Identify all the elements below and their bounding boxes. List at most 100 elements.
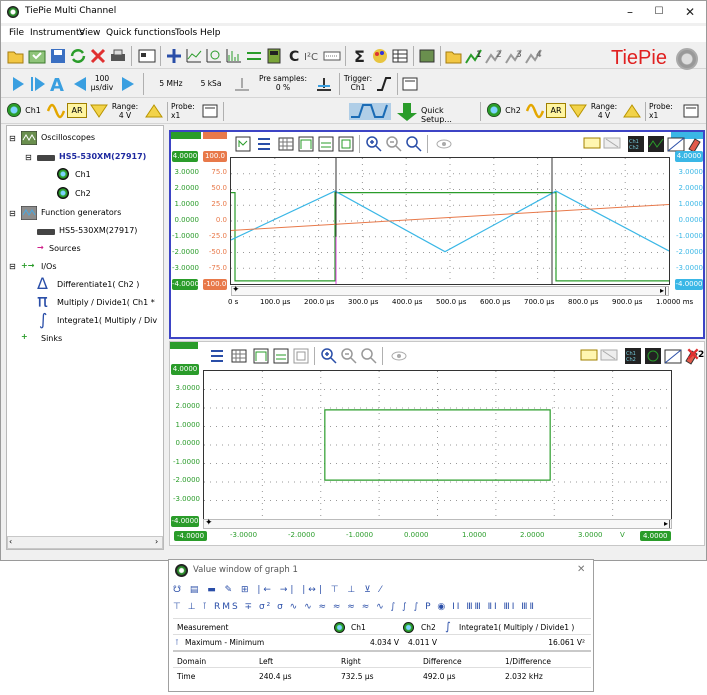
maximize-button[interactable]: ☐ — [646, 4, 672, 20]
tree-oscilloscopes[interactable]: Oscilloscopes — [41, 133, 95, 142]
tree-collapse-device[interactable]: ⊟ — [25, 153, 32, 162]
add-icon[interactable] — [165, 47, 183, 65]
graph1-plot-area[interactable] — [230, 157, 670, 285]
quick-setup-button[interactable]: Quick Setup... — [421, 106, 477, 124]
ch2-enable-icon[interactable] — [487, 103, 501, 117]
quick-setup-icon[interactable] — [349, 101, 419, 122]
open-recent-icon[interactable] — [28, 47, 46, 65]
meter-icon[interactable] — [265, 47, 283, 65]
ch1-enable-icon[interactable] — [7, 103, 21, 117]
ch2-label[interactable]: Ch2 — [503, 106, 523, 115]
run-icon[interactable] — [9, 75, 27, 93]
tree-collapse-ios[interactable]: ⊟ — [9, 262, 16, 271]
fft-graph-icon[interactable] — [225, 47, 243, 65]
value-window-toolbar-1[interactable]: ☋ ▤ ▬ ✎ ⊞ |← →| |↔| ⊤ ⊥ ⊻ ⁄ — [173, 585, 384, 595]
ch1-label[interactable]: Ch1 — [23, 106, 43, 115]
tree-ch1[interactable]: Ch1 — [75, 170, 91, 179]
i2c-icon[interactable]: I²C — [303, 47, 321, 65]
scroll-left-arrow-icon[interactable]: ‹ — [9, 537, 12, 546]
graph2-cursor-icon[interactable] — [252, 347, 270, 365]
graph2-view-icon[interactable] — [390, 347, 408, 365]
value-window-close-button[interactable]: ✕ — [577, 564, 585, 575]
graph1-ch1-top-label[interactable]: 4.0000 — [172, 151, 198, 162]
tree-integrate[interactable]: Integrate1( Multiply / Div — [57, 316, 157, 325]
menu-tools[interactable]: Tools — [175, 28, 197, 38]
auto-setup-icon[interactable]: A — [49, 75, 67, 93]
row-maximum-minimum[interactable]: Maximum - Minimum — [185, 638, 264, 647]
menu-instruments[interactable]: Instruments — [30, 28, 84, 38]
graph1-scroll-right-icon[interactable]: ▸| — [660, 286, 667, 295]
tree-gen-device[interactable]: HS5-530XM(27917) — [59, 226, 137, 235]
graph2-zoom-reset-icon[interactable] — [360, 347, 378, 365]
yt-graph-icon[interactable] — [185, 47, 203, 65]
timebase-increase-icon[interactable] — [119, 75, 137, 93]
graph2-comment-icon[interactable] — [580, 347, 598, 365]
graph2-ch1-top-label[interactable]: 4.0000 — [171, 364, 199, 375]
graph1-grid-icon[interactable] — [277, 135, 295, 153]
graph1-scrollbar[interactable] — [231, 286, 669, 296]
delete-icon[interactable] — [89, 47, 107, 65]
pre-samples-left-icon[interactable] — [233, 75, 251, 93]
xy-graph-icon[interactable] — [205, 47, 223, 65]
tree-collapse-oscilloscopes[interactable]: ⊟ — [9, 134, 16, 143]
ch1-range-down-icon[interactable] — [90, 102, 108, 120]
palette-icon[interactable] — [371, 47, 389, 65]
c-icon[interactable]: C — [285, 47, 303, 65]
tree-device[interactable]: HS5-530XM(27917) — [59, 152, 146, 161]
graph1-math-bottom-label[interactable]: -100.0 — [203, 279, 227, 290]
graph1-legend-icon[interactable] — [255, 135, 273, 153]
graph2-plot-area[interactable] — [203, 370, 672, 520]
graph2-zoom-in-icon[interactable] — [320, 347, 338, 365]
single-shot-icon[interactable] — [29, 75, 47, 93]
ch2-settings-icon[interactable] — [682, 102, 700, 120]
trigger-slope-icon[interactable] — [375, 75, 393, 93]
graph1-zoom-reset-icon[interactable] — [405, 135, 423, 153]
ch2-ac-dc-icon[interactable] — [526, 102, 544, 120]
graph1-channel-select-icon[interactable]: Ch1Ch2 — [627, 135, 645, 153]
pre-samples-right-icon[interactable] — [315, 75, 333, 93]
trigger-settings-icon[interactable] — [401, 75, 419, 93]
graph1-view-icon[interactable] — [435, 135, 453, 153]
sample-rate[interactable]: 5 MHz — [151, 79, 191, 88]
minimize-button[interactable]: – — [617, 4, 643, 20]
graph1-zoom-fit-icon[interactable] — [337, 135, 355, 153]
window-layout-icon[interactable] — [138, 47, 156, 65]
ch1-range-up-icon[interactable] — [145, 102, 163, 120]
refresh-icon[interactable] — [69, 47, 87, 65]
value-window-toolbar-2[interactable]: ⊤ ⊥ ⊺ RMS ∓ σ² σ ∿ ∿ ≈ ≈ ≈ ≈ ∿ ∫ ∫ ∫ P ◉… — [173, 602, 536, 612]
scroll-right-arrow-icon[interactable]: › — [155, 537, 158, 546]
layout-3-icon[interactable]: 3 — [505, 47, 523, 65]
layout-2-icon[interactable]: 2 — [485, 47, 503, 65]
tree-sinks[interactable]: Sinks — [41, 334, 62, 343]
graph1-move-left-icon[interactable]: ✦ — [232, 285, 240, 295]
graph1-display-mode-icon[interactable] — [647, 135, 665, 153]
graph2-zoom-fit-icon[interactable] — [292, 347, 310, 365]
open-icon[interactable] — [7, 47, 25, 65]
record-length[interactable]: 5 kSa — [196, 79, 226, 88]
sigma-icon[interactable]: Σ — [351, 47, 369, 65]
open-project-icon[interactable] — [445, 47, 463, 65]
graph2-scroll-right-icon[interactable]: ▸| — [664, 519, 671, 528]
menu-view[interactable]: View — [79, 28, 100, 38]
tree-differentiate[interactable]: Differentiate1( Ch2 ) — [57, 280, 139, 289]
graph1-measure-icon[interactable] — [317, 135, 335, 153]
ch1-autorange-button[interactable]: AR — [67, 103, 87, 118]
graph1-ch1-bottom-label[interactable]: -4.0000 — [172, 279, 199, 290]
graph1-ch2-bottom-label[interactable]: -4.0000 — [675, 279, 703, 290]
graph1-math-top-label[interactable]: 100.0 — [203, 151, 227, 162]
graph2-remove-comment-icon[interactable] — [600, 347, 618, 365]
graph1-zoom-out-icon[interactable] — [385, 135, 403, 153]
graph2-ch1-bottom-label[interactable]: -4.0000 — [171, 516, 199, 527]
cursor-graph-icon[interactable] — [245, 47, 263, 65]
graph2-zoom-out-icon[interactable] — [340, 347, 358, 365]
tree-sources[interactable]: Sources — [49, 244, 81, 253]
table-icon[interactable] — [391, 47, 409, 65]
graph2-move-left-icon[interactable]: ✦ — [205, 518, 213, 528]
ch1-ac-dc-icon[interactable] — [47, 102, 65, 120]
graph2-legend-icon[interactable] — [208, 347, 226, 365]
instrument-icon[interactable] — [418, 47, 436, 65]
graph2-grid-icon[interactable] — [230, 347, 248, 365]
ch2-range-down-icon[interactable] — [569, 102, 587, 120]
layout-4-icon[interactable]: 4 — [525, 47, 543, 65]
layout-1-icon[interactable]: 1 — [465, 47, 483, 65]
